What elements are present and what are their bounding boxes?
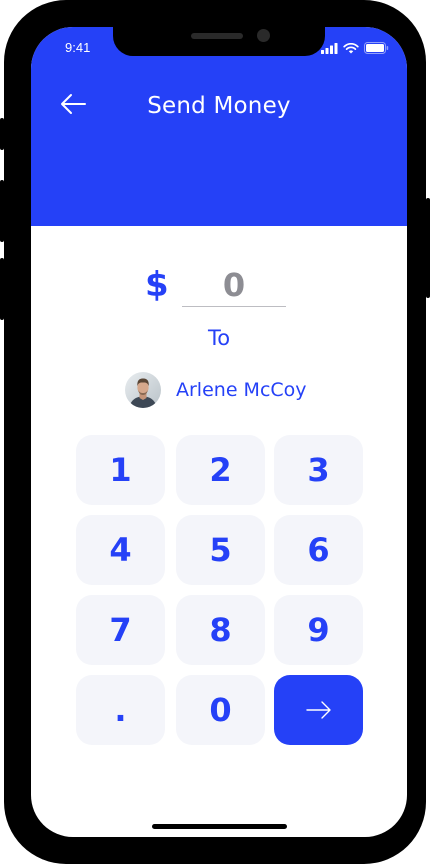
key-3[interactable]: 3: [274, 435, 363, 505]
key-7[interactable]: 7: [76, 595, 165, 665]
power-button: [426, 198, 430, 298]
status-time: 9:41: [65, 40, 91, 55]
volume-up-button: [0, 180, 4, 242]
key-0[interactable]: 0: [176, 675, 265, 745]
send-button[interactable]: [274, 675, 363, 745]
status-icons: [321, 42, 389, 54]
key-1[interactable]: 1: [76, 435, 165, 505]
key-2[interactable]: 2: [176, 435, 265, 505]
to-label: To: [207, 326, 231, 350]
notch: [113, 27, 325, 56]
avatar: [125, 372, 161, 408]
phone-frame: 9:41 Send Money $ 0 To Arlene McCoy 1 2 …: [0, 0, 430, 864]
amount-input[interactable]: [182, 263, 286, 307]
header: 9:41 Send Money: [31, 27, 407, 226]
wifi-icon: [343, 42, 359, 53]
recipient-name: Arlene McCoy: [176, 379, 307, 401]
battery-icon: [364, 42, 389, 54]
screen: 9:41 Send Money $ 0 To Arlene McCoy 1 2 …: [31, 27, 407, 837]
recipient-selector[interactable]: Arlene McCoy: [125, 372, 307, 408]
volume-down-button: [0, 258, 4, 320]
speaker-grille: [191, 33, 243, 39]
page-title: Send Money: [147, 93, 291, 119]
signal-icon: [321, 42, 338, 54]
key-9[interactable]: 9: [274, 595, 363, 665]
home-indicator[interactable]: [152, 824, 287, 829]
key-5[interactable]: 5: [176, 515, 265, 585]
key-4[interactable]: 4: [76, 515, 165, 585]
key-8[interactable]: 8: [176, 595, 265, 665]
front-camera: [257, 29, 270, 42]
key-decimal[interactable]: .: [76, 675, 165, 745]
mute-switch: [0, 118, 4, 150]
arrow-right-icon: [305, 701, 331, 719]
key-6[interactable]: 6: [274, 515, 363, 585]
currency-symbol: $: [145, 265, 169, 305]
